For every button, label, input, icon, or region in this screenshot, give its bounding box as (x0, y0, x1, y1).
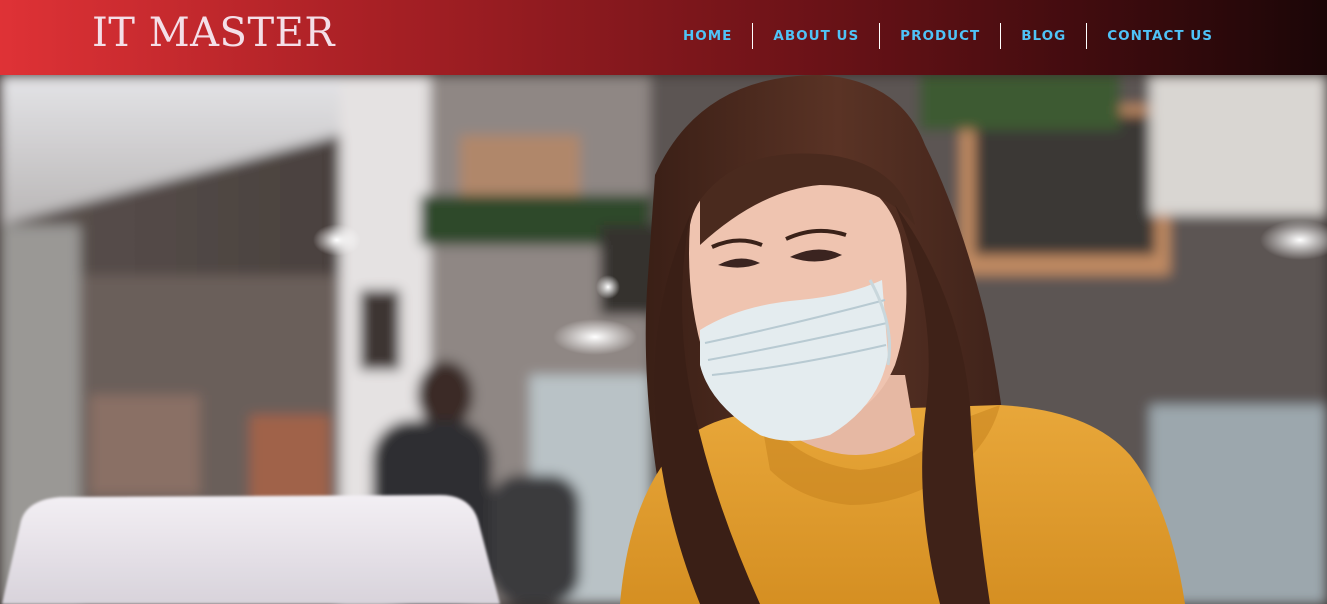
hero-image (0, 75, 1327, 604)
site-header: IT MASTER HOME ABOUT US PRODUCT BLOG CON… (0, 0, 1327, 75)
nav-about-us[interactable]: ABOUT US (752, 23, 879, 49)
nav-contact-us[interactable]: CONTACT US (1086, 23, 1233, 49)
nav-home[interactable]: HOME (663, 23, 752, 49)
site-logo[interactable]: IT MASTER (92, 10, 335, 56)
nav-product[interactable]: PRODUCT (879, 23, 1000, 49)
nav-blog[interactable]: BLOG (1000, 23, 1086, 49)
page: IT MASTER HOME ABOUT US PRODUCT BLOG CON… (0, 0, 1327, 604)
main-nav: HOME ABOUT US PRODUCT BLOG CONTACT US (663, 23, 1233, 49)
hero-photo-illustration (0, 75, 1327, 604)
